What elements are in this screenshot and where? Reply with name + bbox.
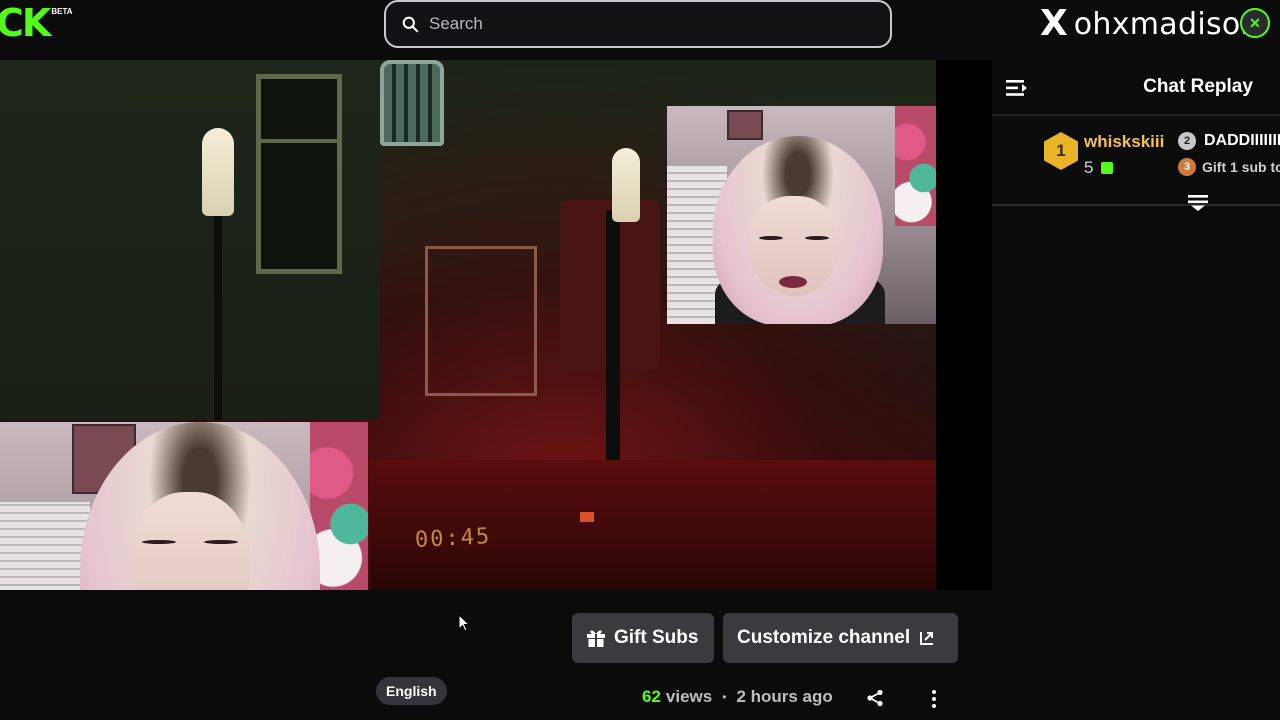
webcam-overlay-bottom (0, 422, 368, 590)
chat-panel: Chat Replay 1 whiskskiii 5 2 DADDIIIIIII… (992, 60, 1280, 720)
leaderboard-count: 5 (1084, 158, 1164, 178)
leaderboard-divider (992, 204, 1280, 206)
share-icon[interactable] (866, 689, 884, 707)
leaderboard-entry-1[interactable]: 1 whiskskiii 5 (1044, 132, 1164, 178)
webcam-overlay-top (667, 106, 936, 324)
leaderboard-username-2: DADDIIIIIII (1204, 132, 1280, 149)
scene-lamp-2 (612, 148, 640, 222)
leaderboard-username: whiskskiii (1084, 132, 1165, 151)
scene-clock: 00:45 (414, 524, 492, 553)
stream-meta: 62 views • 2 hours ago (642, 687, 833, 707)
scene-lamp-pole (214, 210, 222, 420)
beta-badge: BETA (51, 7, 73, 16)
gift-icon (1101, 162, 1114, 174)
more-options-icon[interactable] (930, 689, 938, 709)
views-count: 62 (642, 687, 661, 706)
chat-title: Chat Replay (1143, 76, 1253, 97)
time-ago: 2 hours ago (736, 687, 833, 706)
scene-lantern (380, 60, 444, 146)
external-link-icon (920, 632, 934, 645)
scene-window (256, 74, 342, 274)
gift-subs-label: Gift Subs (614, 627, 699, 648)
webcam-lips (779, 276, 807, 288)
meta-separator: • (722, 690, 727, 704)
webcam-eye-left (759, 236, 783, 240)
rank-badge-gold: 1 (1044, 132, 1078, 170)
chat-divider (992, 114, 1280, 116)
scene-clock-light (580, 512, 594, 522)
scene-door (425, 246, 537, 396)
expand-leaderboard-icon[interactable] (1188, 194, 1208, 212)
x-logo-icon: X (1040, 3, 1068, 44)
webcam-poster (727, 110, 763, 140)
user-avatar[interactable]: ✕ (1240, 8, 1270, 38)
webcam-bed-2 (0, 502, 90, 590)
scene-lamp (202, 128, 234, 216)
webcam-flowers (895, 106, 936, 226)
search-icon (402, 16, 419, 32)
gift-icon (587, 630, 605, 647)
rank-badge-bronze: 3 (1178, 158, 1196, 176)
kick-logo[interactable]: CK BETA (0, 4, 73, 42)
gift-subs-button[interactable]: Gift Subs (572, 613, 714, 663)
gift-count: 5 (1084, 158, 1094, 177)
social-handle: ohxmadison (1073, 6, 1260, 42)
customize-channel-button[interactable]: Customize channel (723, 613, 958, 663)
social-overlay: X ohxmadison (1040, 2, 1260, 46)
views-label: views (665, 687, 713, 706)
logo-mark: CK (0, 1, 51, 45)
rank-badge-silver: 2 (1178, 132, 1196, 150)
scene-lamp-pole-2 (606, 210, 620, 470)
language-tag[interactable]: English (376, 677, 447, 705)
search-input[interactable] (429, 14, 869, 34)
video-player[interactable]: 00:45 (0, 60, 992, 590)
search-bar[interactable] (384, 0, 892, 48)
webcam-eye-right-2 (204, 540, 238, 544)
webcam-eye-left-2 (142, 540, 176, 544)
customize-channel-label: Customize channel (737, 627, 911, 648)
webcam-eye-right (805, 236, 829, 240)
leaderboard-username-3: Gift 1 sub to (1202, 159, 1280, 175)
leaderboard-entry-2[interactable]: 2 DADDIIIIIII 3 Gift 1 sub to (1178, 132, 1280, 176)
mouse-cursor-icon (458, 614, 470, 632)
